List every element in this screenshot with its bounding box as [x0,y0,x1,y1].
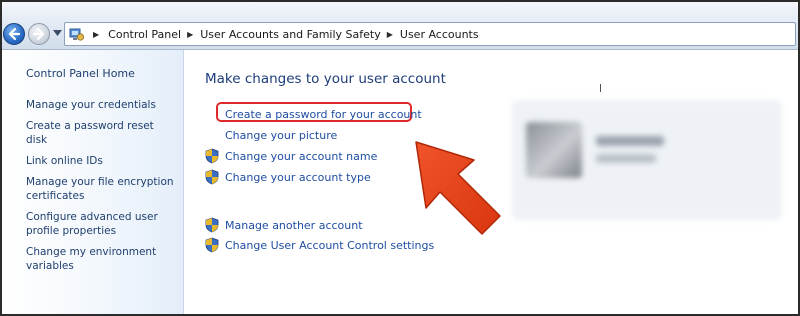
task-label: Create a password for your account [225,107,422,121]
uac-shield-icon [205,237,219,253]
sidebar-item-file-encryption-certificates[interactable]: Manage your file encryption certificates [26,175,178,203]
account-type-blurred [596,154,656,163]
address-field[interactable]: ▶ Control Panel ▶ User Accounts and Fami… [64,22,796,46]
control-panel-icon [69,28,85,41]
task-label: Change your picture [225,128,338,142]
task-create-password[interactable]: Create a password for your account [204,106,422,122]
breadcrumb-root-chevron-icon[interactable]: ▶ [93,30,99,39]
task-label: Manage another account [225,218,363,232]
back-button[interactable] [3,23,25,45]
sidebar-item-advanced-profile-properties[interactable]: Configure advanced user profile properti… [26,210,178,238]
avatar [526,122,582,178]
forward-button[interactable] [28,23,50,45]
task-uac-settings[interactable]: Change User Account Control settings [204,237,434,253]
task-change-account-type[interactable]: Change your account type [204,169,371,185]
left-pane: Control Panel Home Manage your credentia… [2,50,184,314]
task-change-account-name[interactable]: Change your account name [204,148,377,164]
breadcrumb-chevron-icon[interactable]: ▶ [387,30,393,39]
breadcrumb-item-user-accounts-family-safety[interactable]: User Accounts and Family Safety [200,28,380,41]
forward-arrow-icon [32,27,45,41]
sidebar-item-password-reset-disk[interactable]: Create a password reset disk [26,119,178,147]
task-manage-another-account[interactable]: Manage another account [204,217,363,233]
breadcrumb-item-user-accounts[interactable]: User Accounts [400,28,479,41]
breadcrumb-chevron-icon[interactable]: ▶ [187,30,193,39]
mouse-cursor [600,84,601,92]
sidebar-links: Manage your credentials Create a passwor… [26,98,178,280]
uac-shield-icon [205,169,219,185]
task-change-picture[interactable]: Change your picture [204,127,337,143]
sidebar-item-manage-credentials[interactable]: Manage your credentials [26,98,178,112]
recent-pages-dropdown-icon[interactable] [53,30,62,36]
annotation-arrow-icon [415,141,501,235]
address-bar: ▶ Control Panel ▶ User Accounts and Fami… [2,2,798,50]
sidebar-item-link-online-ids[interactable]: Link online IDs [26,154,178,168]
user-account-tile [512,100,782,220]
breadcrumb-item-control-panel[interactable]: Control Panel [108,28,181,41]
control-panel-home-link[interactable]: Control Panel Home [26,67,135,80]
task-label: Change User Account Control settings [225,238,435,252]
task-label: Change your account type [225,170,371,184]
breadcrumb: ▶ Control Panel ▶ User Accounts and Fami… [91,23,479,45]
account-name-blurred [596,136,664,146]
sidebar-item-environment-variables[interactable]: Change my environment variables [26,245,178,273]
task-label: Change your account name [225,149,378,163]
back-arrow-icon [8,27,21,41]
page-title: Make changes to your user account [205,71,446,87]
window: ▶ Control Panel ▶ User Accounts and Fami… [0,0,800,316]
uac-shield-icon [205,148,219,164]
uac-shield-icon [205,217,219,233]
